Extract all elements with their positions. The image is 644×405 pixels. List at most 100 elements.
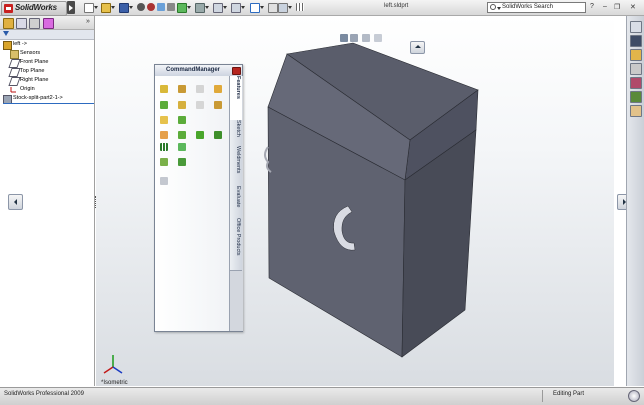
title-toolbar-bar: SolidWorks left.sldprt SolidWorks Search… xyxy=(0,0,644,16)
instant3d-icon[interactable] xyxy=(160,177,168,185)
shell-icon[interactable] xyxy=(178,131,186,139)
new-dropdown-arrow[interactable] xyxy=(94,6,98,9)
search-dropdown-arrow[interactable] xyxy=(497,7,501,10)
dome-icon[interactable] xyxy=(214,131,222,139)
lofted-boss-icon[interactable] xyxy=(214,85,222,93)
tab-label: Sketch xyxy=(235,120,241,137)
lofted-cut-icon[interactable] xyxy=(214,101,222,109)
redo-icon[interactable] xyxy=(231,3,241,13)
rib-icon[interactable] xyxy=(160,131,168,139)
tree-item-label: left -> xyxy=(13,41,27,47)
rollback-bar[interactable] xyxy=(3,103,94,104)
tab-features[interactable]: Features xyxy=(230,76,242,121)
configuration-manager-tab-icon[interactable] xyxy=(29,18,40,29)
undo-icon[interactable] xyxy=(213,3,223,13)
options-gear-icon[interactable] xyxy=(278,3,288,13)
linear-pattern-icon[interactable] xyxy=(160,143,168,151)
command-manager-tabs: Features Sketch Weldments Evaluate Offic… xyxy=(229,76,243,331)
select-dropdown-arrow[interactable] xyxy=(260,6,264,9)
tab-label: Weldments xyxy=(235,146,241,174)
restore-button[interactable]: ❐ xyxy=(614,3,620,11)
fillet-icon[interactable] xyxy=(160,116,168,124)
property-manager-tab-icon[interactable] xyxy=(16,18,27,29)
origin-icon xyxy=(10,86,17,93)
revolved-cut-icon[interactable] xyxy=(178,101,186,109)
dimxpert-tab-icon[interactable] xyxy=(43,18,54,29)
reference-triad-icon xyxy=(103,355,123,374)
extruded-cut-icon[interactable] xyxy=(160,101,168,109)
solidworks-logo-menu[interactable]: SolidWorks xyxy=(1,1,67,16)
solidworks-logo-icon xyxy=(4,4,13,13)
rebuild-list-icon[interactable] xyxy=(167,3,175,11)
tab-evaluate[interactable]: Evaluate xyxy=(230,186,242,219)
tree-item-label: Sensors xyxy=(20,50,41,56)
collapse-pane-button[interactable] xyxy=(8,194,23,210)
search-input[interactable]: SolidWorks Search xyxy=(502,4,553,10)
tab-label: Features xyxy=(235,76,241,99)
revolved-boss-icon[interactable] xyxy=(178,85,186,93)
search-results-icon[interactable] xyxy=(630,63,642,75)
design-library-icon[interactable] xyxy=(630,35,642,47)
file-explorer-icon[interactable] xyxy=(630,49,642,61)
chamfer-icon[interactable] xyxy=(178,116,186,124)
print-icon[interactable] xyxy=(137,3,145,11)
help-question-icon[interactable]: ? xyxy=(590,3,594,10)
minimize-button[interactable]: – xyxy=(603,3,607,10)
close-command-manager-icon[interactable] xyxy=(232,67,241,75)
appearances-icon[interactable] xyxy=(630,91,642,103)
feature-tree-tab-icon[interactable] xyxy=(3,18,14,29)
swept-boss-icon xyxy=(196,85,204,93)
solidworks-resources-icon[interactable] xyxy=(630,21,642,33)
undo-dropdown-arrow[interactable] xyxy=(223,6,227,9)
rebuild-icon[interactable] xyxy=(268,3,278,13)
search-box[interactable]: SolidWorks Search xyxy=(487,2,586,13)
sensor-icon xyxy=(10,50,19,59)
open-dropdown-arrow[interactable] xyxy=(111,6,115,9)
options-icon[interactable] xyxy=(157,3,165,11)
options-dropdown-arrow[interactable] xyxy=(288,6,292,9)
tree-filter-bar[interactable] xyxy=(0,30,94,40)
command-manager-panel[interactable]: CommandManager Features Sketch Weldments… xyxy=(154,64,243,332)
extruded-boss-icon[interactable] xyxy=(160,85,168,93)
curves-icon[interactable] xyxy=(178,158,186,166)
plane-icon xyxy=(8,77,21,86)
view-orientation-label: *Isometric xyxy=(101,380,128,386)
part-icon xyxy=(3,41,12,50)
tab-label: Office Products xyxy=(235,218,241,256)
swept-cut-icon xyxy=(196,101,204,109)
custom-properties-icon[interactable] xyxy=(630,105,642,117)
properties-dropdown-arrow[interactable] xyxy=(187,6,191,9)
redo-dropdown-arrow[interactable] xyxy=(241,6,245,9)
file-properties-icon[interactable] xyxy=(177,3,187,13)
new-document-icon[interactable] xyxy=(84,3,94,13)
close-button[interactable]: ✕ xyxy=(630,3,636,11)
command-manager-body xyxy=(155,76,229,331)
status-divider xyxy=(542,390,543,402)
tree-item-label: Origin xyxy=(20,86,35,92)
print-setup-icon[interactable] xyxy=(195,3,205,13)
status-product-name: SolidWorks Professional 2009 xyxy=(4,391,84,397)
select-pointer-icon[interactable] xyxy=(250,3,260,13)
menu-expand-arrow[interactable] xyxy=(67,1,75,14)
mirror-icon[interactable] xyxy=(178,143,186,151)
document-title: left.sldprt xyxy=(384,3,409,9)
tree-item-label: Front Plane xyxy=(20,59,49,65)
draft-icon[interactable] xyxy=(196,131,204,139)
save-dropdown-arrow[interactable] xyxy=(129,6,133,9)
print-dropdown-arrow[interactable] xyxy=(205,6,209,9)
view-palette-icon[interactable] xyxy=(630,77,642,89)
user-icon[interactable] xyxy=(147,3,155,11)
tab-office-products[interactable]: Office Products xyxy=(230,218,242,271)
status-help-icon[interactable] xyxy=(628,390,640,402)
more-tabs-chevron-icon[interactable]: » xyxy=(86,18,90,25)
feature-manager-tabs: » xyxy=(0,16,94,30)
open-folder-icon[interactable] xyxy=(101,3,111,13)
filter-funnel-icon[interactable] xyxy=(3,31,9,36)
grid-icon[interactable] xyxy=(296,3,304,11)
reference-geometry-icon[interactable] xyxy=(160,158,168,166)
feature-manager-pane: » left -> Sensors Front Plane Top Plane … xyxy=(0,16,95,386)
tab-sketch[interactable]: Sketch xyxy=(230,120,242,147)
tab-weldments[interactable]: Weldments xyxy=(230,146,242,187)
save-icon[interactable] xyxy=(119,3,129,13)
part-model-3d[interactable] xyxy=(255,40,485,370)
